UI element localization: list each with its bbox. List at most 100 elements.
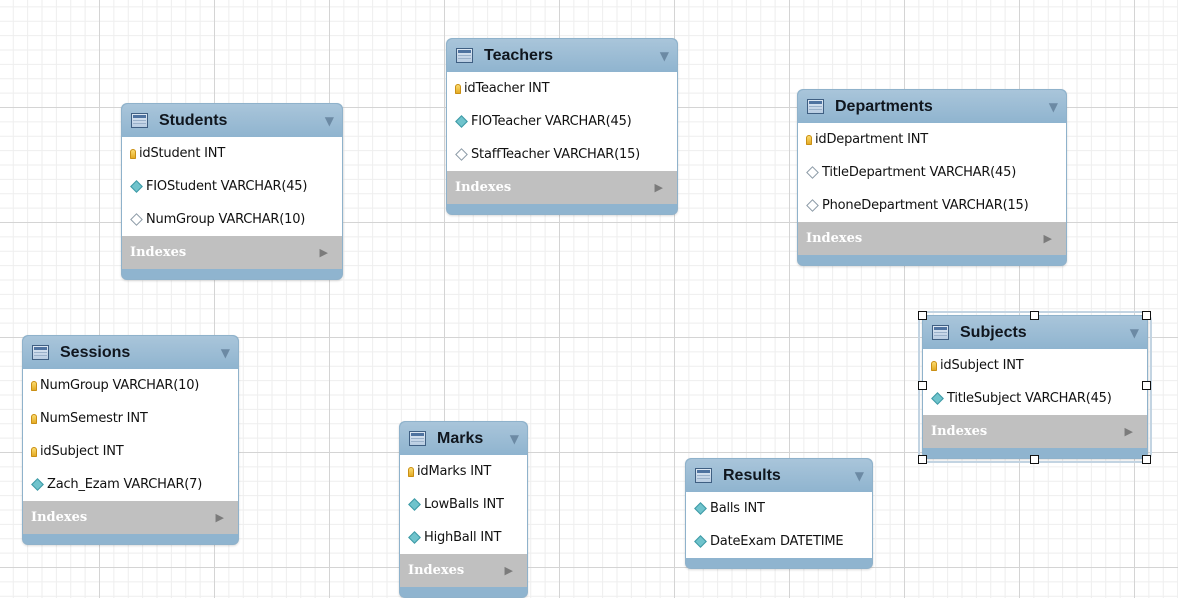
column-list: idTeacher INT FIOTeacher VARCHAR(45) Staff… xyxy=(447,72,677,171)
column-row[interactable]: HighBall INT xyxy=(400,521,527,554)
table-title: Results xyxy=(723,466,781,484)
column-row[interactable]: idSubject INT xyxy=(23,435,238,468)
indexes-label: Indexes xyxy=(455,180,512,195)
primary-key-icon xyxy=(31,446,37,457)
diagram-canvas[interactable]: Students ▼ idStudent INT FIOStudent VARCHAR… xyxy=(0,0,1178,598)
expand-arrow-icon[interactable]: ▶ xyxy=(1125,425,1133,438)
table-icon xyxy=(456,48,473,63)
primary-key-icon xyxy=(806,134,812,145)
table-header[interactable]: Departments ▼ xyxy=(798,90,1066,123)
column-row[interactable]: TitleDepartment VARCHAR(45) xyxy=(798,156,1066,189)
table-results[interactable]: Results ▼ Balls INT DateExam DATETIME xyxy=(685,458,873,569)
collapse-triangle-icon[interactable]: ▼ xyxy=(660,49,669,63)
resize-handle[interactable] xyxy=(1030,311,1039,320)
not-null-column-icon xyxy=(130,180,143,193)
collapse-triangle-icon[interactable]: ▼ xyxy=(510,432,519,446)
resize-handle[interactable] xyxy=(1030,455,1039,464)
column-row[interactable]: FIOTeacher VARCHAR(45) xyxy=(447,105,677,138)
table-footer xyxy=(798,255,1066,265)
column-label: Zach_Ezam VARCHAR(7) xyxy=(47,477,203,492)
table-header[interactable]: Students ▼ xyxy=(122,104,342,137)
column-label: idSubject INT xyxy=(40,444,124,459)
not-null-column-icon xyxy=(694,535,707,548)
resize-handle[interactable] xyxy=(1142,311,1151,320)
column-list: idStudent INT FIOStudent VARCHAR(45) NumGr… xyxy=(122,137,342,236)
column-label: TitleDepartment VARCHAR(45) xyxy=(822,165,1017,180)
column-label: idStudent INT xyxy=(139,146,226,161)
table-title: Departments xyxy=(835,97,933,115)
expand-arrow-icon[interactable]: ▶ xyxy=(320,246,328,259)
table-icon xyxy=(409,431,426,446)
resize-handle[interactable] xyxy=(1142,381,1151,390)
column-row[interactable]: TitleSubject VARCHAR(45) xyxy=(923,382,1147,415)
not-null-column-icon xyxy=(694,502,707,515)
column-label: TitleSubject VARCHAR(45) xyxy=(947,391,1112,406)
resize-handle[interactable] xyxy=(1142,455,1151,464)
indexes-section[interactable]: Indexes ▶ xyxy=(23,501,238,534)
primary-key-icon xyxy=(130,148,136,159)
table-header[interactable]: Results ▼ xyxy=(686,459,872,492)
nullable-column-icon xyxy=(806,199,819,212)
column-label: DateExam DATETIME xyxy=(710,534,844,549)
column-row[interactable]: NumGroup VARCHAR(10) xyxy=(23,369,238,402)
expand-arrow-icon[interactable]: ▶ xyxy=(505,564,513,577)
column-row[interactable]: idMarks INT xyxy=(400,455,527,488)
table-marks[interactable]: Marks ▼ idMarks INT LowBalls INT HighBall IN… xyxy=(399,421,528,598)
table-header[interactable]: Marks ▼ xyxy=(400,422,527,455)
table-departments[interactable]: Departments ▼ idDepartment INT TitleDepartm… xyxy=(797,89,1067,266)
nullable-column-icon xyxy=(130,213,143,226)
table-header[interactable]: Subjects ▼ xyxy=(923,316,1147,349)
column-label: idSubject INT xyxy=(940,358,1024,373)
column-row[interactable]: NumSemestr INT xyxy=(23,402,238,435)
column-label: idMarks INT xyxy=(417,464,492,479)
table-sessions[interactable]: Sessions ▼ NumGroup VARCHAR(10) NumSemestr … xyxy=(22,335,239,545)
column-label: StaffTeacher VARCHAR(15) xyxy=(471,147,641,162)
column-row[interactable]: idStudent INT xyxy=(122,137,342,170)
not-null-column-icon xyxy=(408,531,421,544)
column-label: NumSemestr INT xyxy=(40,411,148,426)
column-row[interactable]: StaffTeacher VARCHAR(15) xyxy=(447,138,677,171)
indexes-section[interactable]: Indexes ▶ xyxy=(923,415,1147,448)
column-row[interactable]: LowBalls INT xyxy=(400,488,527,521)
table-students[interactable]: Students ▼ idStudent INT FIOStudent VARCHAR… xyxy=(121,103,343,280)
column-row[interactable]: Balls INT xyxy=(686,492,872,525)
table-footer xyxy=(686,558,872,568)
column-row[interactable]: PhoneDepartment VARCHAR(15) xyxy=(798,189,1066,222)
column-row[interactable]: DateExam DATETIME xyxy=(686,525,872,558)
table-subjects[interactable]: Subjects ▼ idSubject INT TitleSubject VARCH… xyxy=(918,311,1152,463)
column-row[interactable]: idDepartment INT xyxy=(798,123,1066,156)
nullable-column-icon xyxy=(806,166,819,179)
expand-arrow-icon[interactable]: ▶ xyxy=(216,511,224,524)
indexes-label: Indexes xyxy=(31,510,88,525)
primary-key-icon xyxy=(31,380,37,391)
collapse-triangle-icon[interactable]: ▼ xyxy=(221,346,230,360)
expand-arrow-icon[interactable]: ▶ xyxy=(1044,232,1052,245)
resize-handle[interactable] xyxy=(918,311,927,320)
resize-handle[interactable] xyxy=(918,381,927,390)
column-row[interactable]: idTeacher INT xyxy=(447,72,677,105)
resize-handle[interactable] xyxy=(918,455,927,464)
column-row[interactable]: idSubject INT xyxy=(923,349,1147,382)
column-row[interactable]: Zach_Ezam VARCHAR(7) xyxy=(23,468,238,501)
column-row[interactable]: NumGroup VARCHAR(10) xyxy=(122,203,342,236)
collapse-triangle-icon[interactable]: ▼ xyxy=(1130,326,1139,340)
table-header[interactable]: Sessions ▼ xyxy=(23,336,238,369)
collapse-triangle-icon[interactable]: ▼ xyxy=(855,469,864,483)
primary-key-icon xyxy=(455,83,461,94)
column-list: NumGroup VARCHAR(10) NumSemestr INT idSubj… xyxy=(23,369,238,501)
table-teachers[interactable]: Teachers ▼ idTeacher INT FIOTeacher VARCHAR… xyxy=(446,38,678,215)
indexes-section[interactable]: Indexes ▶ xyxy=(122,236,342,269)
indexes-section[interactable]: Indexes ▶ xyxy=(400,554,527,587)
nullable-column-icon xyxy=(455,148,468,161)
collapse-triangle-icon[interactable]: ▼ xyxy=(325,114,334,128)
column-label: NumGroup VARCHAR(10) xyxy=(146,212,306,227)
indexes-section[interactable]: Indexes ▶ xyxy=(447,171,677,204)
table-header[interactable]: Teachers ▼ xyxy=(447,39,677,72)
not-null-column-icon xyxy=(31,478,44,491)
indexes-section[interactable]: Indexes ▶ xyxy=(798,222,1066,255)
column-row[interactable]: FIOStudent VARCHAR(45) xyxy=(122,170,342,203)
collapse-triangle-icon[interactable]: ▼ xyxy=(1049,100,1058,114)
expand-arrow-icon[interactable]: ▶ xyxy=(655,181,663,194)
indexes-label: Indexes xyxy=(931,424,988,439)
column-label: PhoneDepartment VARCHAR(15) xyxy=(822,198,1029,213)
